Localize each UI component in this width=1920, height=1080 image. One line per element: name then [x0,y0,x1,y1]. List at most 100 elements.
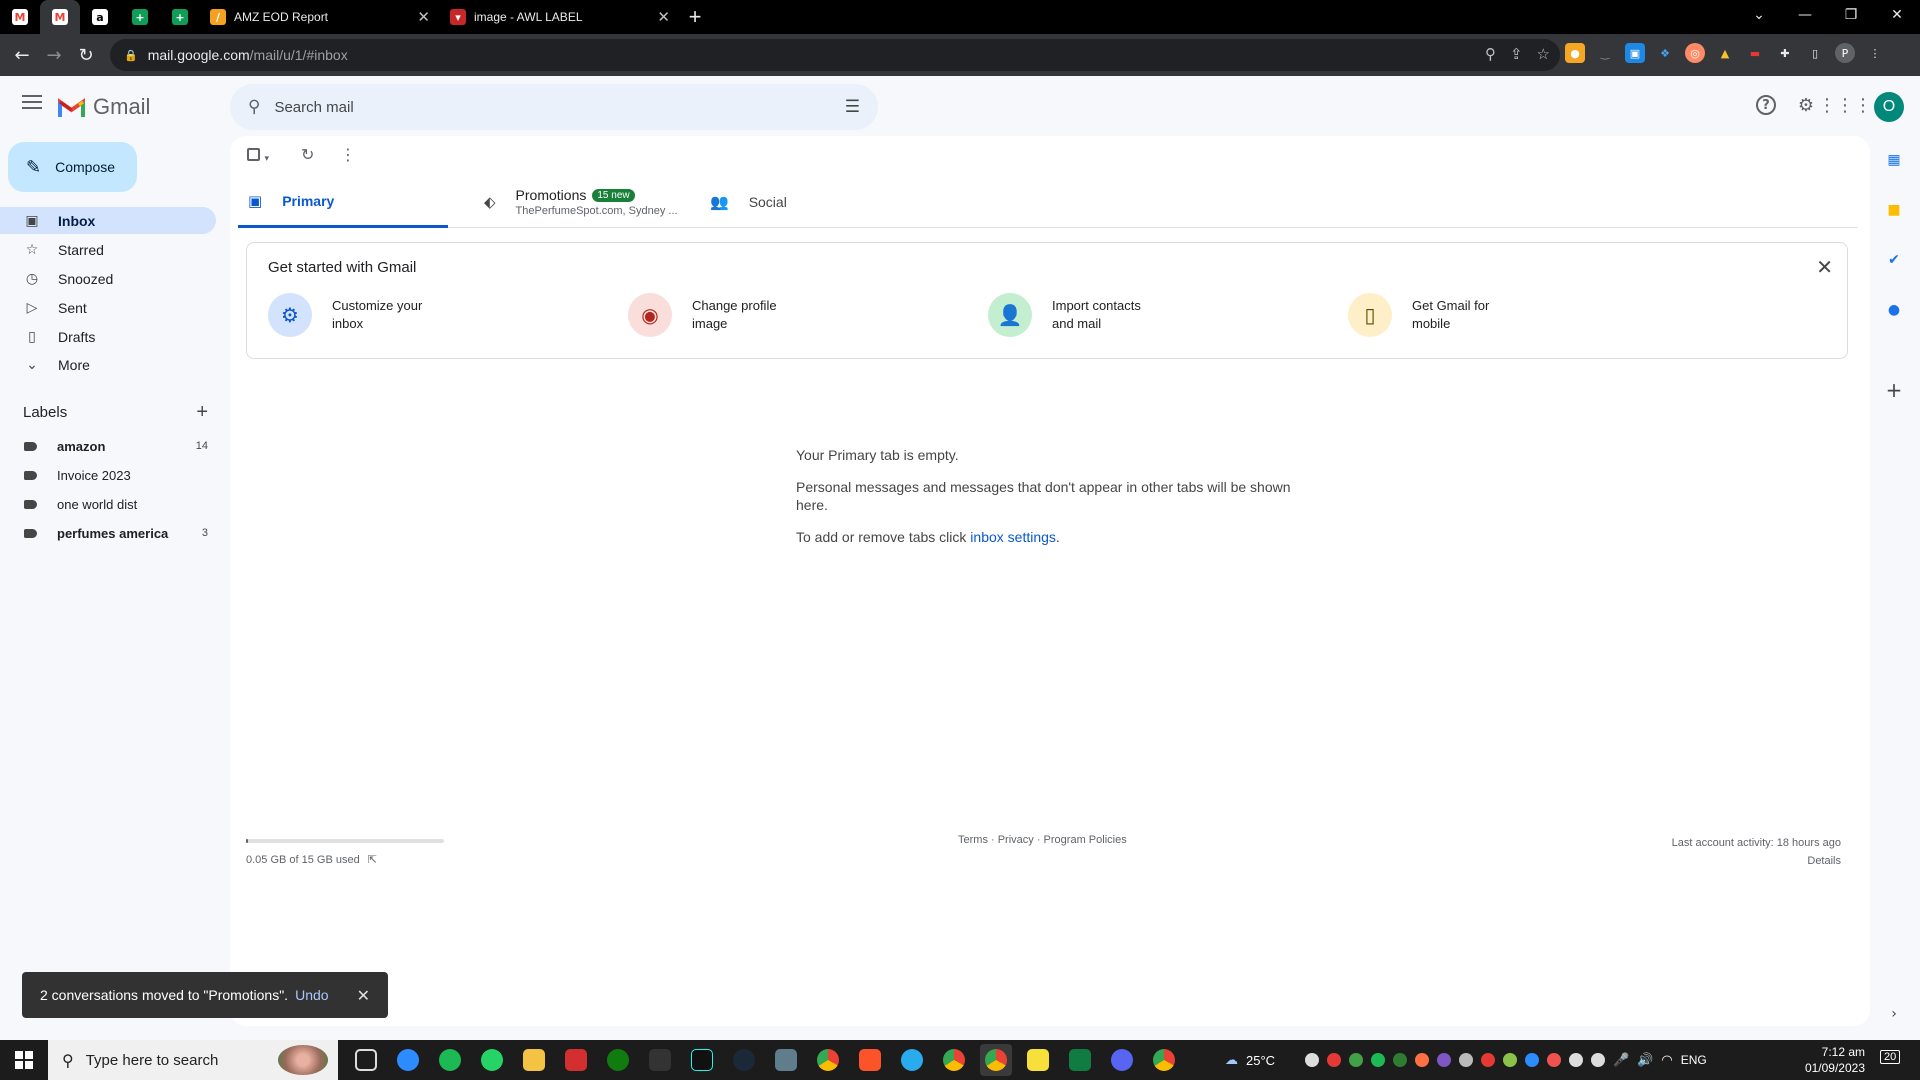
tray-icon[interactable] [1591,1053,1606,1067]
chevron-right-icon[interactable]: › [1884,1004,1904,1024]
tray-icon[interactable] [1437,1053,1452,1067]
nav-sent[interactable]: ▷ Sent [0,294,216,321]
pinned-tab-gmail[interactable]: M [0,0,40,34]
search-bar[interactable]: ⚲ ☰ [230,84,878,130]
chrome-profile-2-icon[interactable] [1148,1044,1180,1076]
tab-social[interactable]: 👥 Social [700,176,910,228]
label-item-perfumes-america[interactable]: perfumes america 3 [24,520,208,546]
close-icon[interactable]: ✕ [1816,255,1833,279]
import-contacts-item[interactable]: 👤 Import contacts and mail [988,293,1162,337]
pinned-tab-sheets-2[interactable]: + [160,0,200,34]
contacts-icon[interactable]: ● [1884,300,1904,320]
volume-icon[interactable]: 🔊 [1637,1052,1653,1068]
extension-icon[interactable]: ● [1565,43,1585,63]
tasks-icon[interactable]: ✔ [1884,250,1904,270]
notification-center-icon[interactable]: 20 [1880,1050,1901,1064]
customize-inbox-item[interactable]: ⚙ Customize your inbox [268,293,442,337]
telegram-icon[interactable] [896,1044,928,1076]
zoom-app-icon[interactable] [392,1044,424,1076]
restore-button[interactable]: ❐ [1828,0,1874,30]
inbox-settings-link[interactable]: inbox settings [970,529,1056,545]
weather-temp[interactable]: 25°C [1246,1053,1275,1068]
back-icon[interactable]: ← [6,39,38,71]
epic-games-icon[interactable] [644,1044,676,1076]
browser-tab-amz-eod[interactable]: / AMZ EOD Report ✕ [200,0,440,34]
tray-icon[interactable] [1547,1053,1562,1067]
tray-icon[interactable] [1349,1053,1364,1067]
discord-icon[interactable] [1106,1044,1138,1076]
task-view-icon[interactable] [350,1044,382,1076]
get-gmail-mobile-item[interactable]: ▯ Get Gmail for mobile [1348,293,1522,337]
close-icon[interactable]: ✕ [357,986,370,1005]
footer-links[interactable]: Terms · Privacy · Program Policies [958,834,1127,846]
details-link[interactable]: Details [1672,852,1841,870]
profile-avatar[interactable]: P [1835,43,1855,63]
extension-icon[interactable]: ▣ [1625,43,1645,63]
chrome-profile-icon[interactable] [938,1044,970,1076]
tiktok-icon[interactable] [686,1044,718,1076]
search-input[interactable] [274,98,845,116]
puzzle-icon[interactable]: ✚ [1775,43,1795,63]
windows-start-button[interactable] [0,1040,48,1080]
tray-icon[interactable] [1371,1053,1386,1067]
nav-starred[interactable]: ☆ Starred [0,236,216,263]
select-all-checkbox[interactable]: ▾ [247,148,269,165]
new-tab-button[interactable]: + [680,0,710,34]
apps-grid-icon[interactable]: ⋮⋮⋮ [1818,92,1872,118]
kebab-menu-icon[interactable]: ⋮ [1865,43,1885,63]
steam-icon[interactable] [728,1044,760,1076]
brave-icon[interactable] [854,1044,886,1076]
calculator-icon[interactable] [770,1044,802,1076]
calendar-icon[interactable]: ▦ [1884,150,1904,170]
address-bar[interactable]: 🔒 mail.google.com/mail/u/1/#inbox ⚲ ⇪ ☆ [110,39,1560,71]
label-item-invoice-2023[interactable]: Invoice 2023 [24,462,208,488]
label-item-amazon[interactable]: amazon 14 [24,433,208,459]
tray-icon[interactable] [1415,1053,1430,1067]
chevron-down-icon[interactable]: ▾ [264,154,269,164]
spotify-icon[interactable] [434,1044,466,1076]
nav-drafts[interactable]: ▯ Drafts [0,323,216,350]
nav-snoozed[interactable]: ◷ Snoozed [0,265,216,292]
pinned-tab-amazon[interactable]: a [80,0,120,34]
tray-icon[interactable] [1327,1053,1342,1067]
nav-inbox[interactable]: ▣ Inbox [0,207,216,234]
browser-tab-image[interactable]: ▾ image - AWL LABEL ✕ [440,0,680,34]
extension-icon[interactable]: ‿ [1595,43,1615,63]
pinned-tab-gmail-active[interactable]: M [40,0,80,34]
tray-icon[interactable] [1305,1053,1320,1067]
tray-icon[interactable] [1393,1053,1408,1067]
zoom-icon[interactable]: ⚲ [1485,45,1496,63]
change-profile-image-item[interactable]: ◉ Change profile image [628,293,802,337]
close-icon[interactable]: ✕ [417,8,430,26]
wifi-icon[interactable]: ◠ [1661,1052,1672,1068]
open-external-icon[interactable]: ⇱ [368,853,377,866]
extension-icon[interactable]: ▲ [1715,43,1735,63]
label-item-one-world-dist[interactable]: one world dist [24,491,208,517]
close-icon[interactable]: ✕ [657,8,670,26]
reload-icon[interactable]: ↻ [70,39,102,71]
refresh-icon[interactable]: ↻ [301,145,314,164]
forward-icon[interactable]: → [38,39,70,71]
side-panel-icon[interactable]: ▯ [1805,43,1825,63]
language-indicator[interactable]: ENG [1681,1053,1707,1067]
nav-more[interactable]: ⌄ More [0,351,216,378]
excel-icon[interactable] [1064,1044,1096,1076]
help-icon[interactable]: ? [1756,95,1776,115]
tray-icon[interactable] [1481,1053,1496,1067]
share-icon[interactable]: ⇪ [1510,45,1523,63]
minimize-button[interactable]: — [1782,0,1828,30]
whatsapp-icon[interactable] [476,1044,508,1076]
sticky-notes-icon[interactable] [1022,1044,1054,1076]
more-options-icon[interactable]: ⋮ [340,145,356,164]
keep-icon[interactable]: ■ [1884,200,1904,220]
bookmark-star-icon[interactable]: ☆ [1537,45,1550,63]
tray-icon[interactable] [1503,1053,1518,1067]
pinned-tab-sheets[interactable]: + [120,0,160,34]
add-addon-icon[interactable]: + [1884,378,1904,402]
tray-icon[interactable] [1459,1053,1474,1067]
weather-icon[interactable]: ☁ [1225,1052,1238,1068]
app-icon[interactable] [560,1044,592,1076]
settings-gear-icon[interactable]: ⚙ [1793,92,1819,118]
microphone-icon[interactable]: 🎤 [1613,1052,1629,1068]
account-avatar[interactable]: O [1874,92,1904,122]
